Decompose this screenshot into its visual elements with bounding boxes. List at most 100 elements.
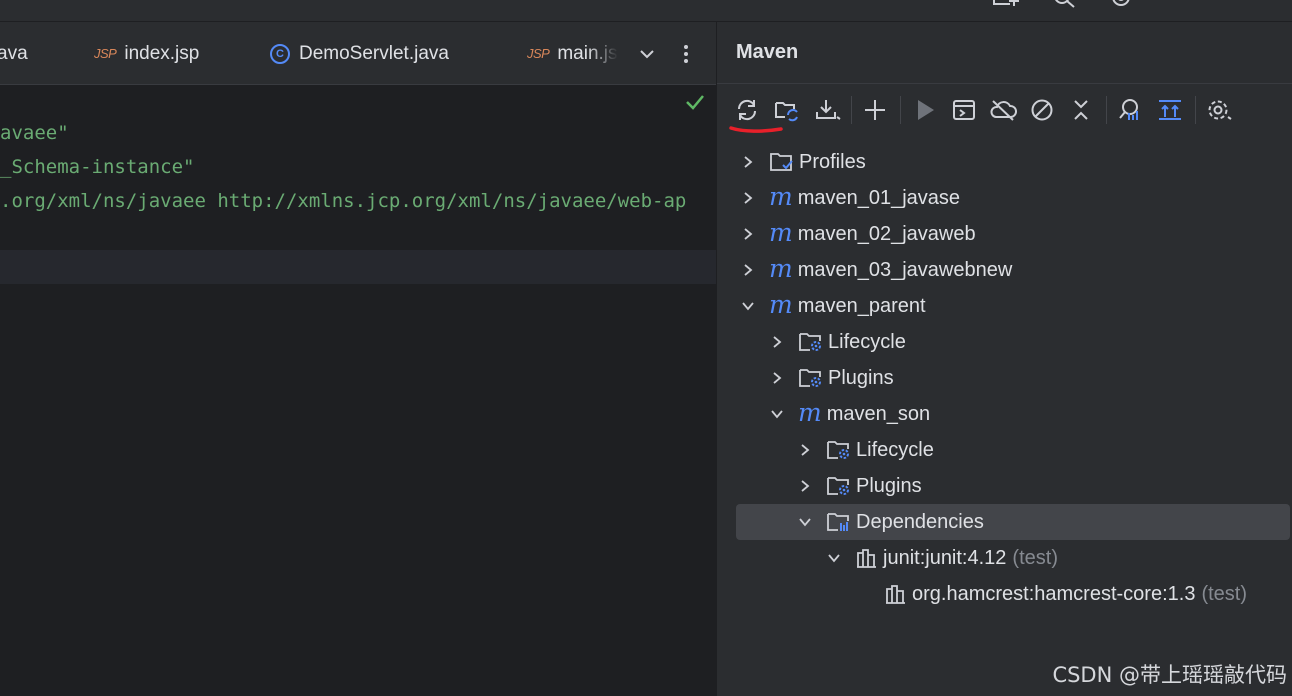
tree-node-module[interactable]: m maven_01_javase (739, 180, 960, 216)
tree-node-label: Lifecycle (828, 330, 906, 353)
chevron-right-icon[interactable] (796, 432, 814, 468)
tree-node-profiles[interactable]: Profiles (739, 144, 866, 180)
chevron-right-icon[interactable] (739, 252, 757, 288)
tree-node-label: maven_02_javaweb (797, 222, 976, 245)
tab-demoservlet-java[interactable]: C DemoServlet.java (270, 22, 449, 84)
tree-node-lifecycle[interactable]: Lifecycle (768, 324, 906, 360)
maven-module-icon: m (769, 289, 793, 319)
lifecycle-folder-icon (826, 438, 852, 462)
chevron-down-icon[interactable] (768, 396, 786, 432)
maven-module-icon: m (769, 253, 793, 283)
tree-node-label: Plugins (828, 366, 894, 389)
tree-node-label: Plugins (856, 474, 922, 497)
maven-title: Maven (736, 41, 799, 63)
execute-goal-icon (953, 100, 975, 120)
download-sources-button[interactable] (813, 96, 841, 124)
tree-node-label: maven_son (826, 402, 931, 425)
tab-label: DemoServlet.java (299, 42, 449, 64)
tree-node-label: maven_parent (797, 294, 926, 317)
generate-sources-button[interactable] (773, 96, 801, 124)
tree-node-label: org.hamcrest:hamcrest-core:1.3 (912, 582, 1196, 605)
tab-label: main.js (557, 42, 618, 64)
inspection-ok-icon[interactable] (684, 92, 706, 116)
execute-maven-goal-button[interactable] (950, 96, 978, 124)
chevron-down-icon[interactable] (796, 504, 814, 540)
tree-node-lifecycle[interactable]: Lifecycle (796, 432, 934, 468)
maven-header: Maven (717, 22, 1292, 84)
chevron-right-icon[interactable] (768, 324, 786, 360)
toolbar-separator (900, 96, 901, 124)
analyze-dependencies-button[interactable] (1116, 96, 1144, 124)
tab-label: ava (0, 42, 28, 64)
collapse-all-button[interactable] (1067, 96, 1095, 124)
settings-icon (1208, 100, 1232, 120)
main-toolbar-strip (0, 0, 1292, 22)
code-editor: ava JSP index.jsp C DemoServlet.java JSP… (0, 22, 716, 696)
tree-node-module[interactable]: m maven_son (768, 396, 930, 432)
toolbar-separator (851, 96, 852, 124)
more-vertical-icon (684, 44, 688, 63)
tree-node-label: Lifecycle (856, 438, 934, 461)
tabs-more-button[interactable] (676, 22, 696, 84)
library-icon (884, 583, 908, 605)
tree-node-dependencies[interactable]: Dependencies (736, 504, 1290, 540)
plugins-folder-icon (798, 366, 824, 390)
maven-module-icon: m (769, 181, 793, 211)
tree-node-plugins[interactable]: Plugins (796, 468, 922, 504)
dependencies-folder-icon (826, 510, 852, 534)
tab-java-file[interactable]: ava (0, 22, 28, 84)
chevron-down-icon (640, 49, 654, 58)
chevron-right-icon[interactable] (739, 216, 757, 252)
run-maven-build-button[interactable] (911, 96, 939, 124)
maven-tool-window: Maven Profiles m maven_01_javase m maven… (716, 22, 1292, 696)
editor-tab-bar: ava JSP index.jsp C DemoServlet.java JSP… (0, 22, 716, 85)
chevron-right-icon[interactable] (739, 180, 757, 216)
skip-tests-icon (1031, 99, 1053, 121)
chevron-down-icon[interactable] (739, 288, 757, 324)
code-line: avaee" (0, 122, 69, 144)
library-icon (855, 547, 879, 569)
settings-icon[interactable] (1108, 0, 1134, 16)
tree-node-label: maven_03_javawebnew (797, 258, 1013, 281)
dependency-scope: (test) (1201, 582, 1247, 605)
code-line: _Schema-instance" (0, 156, 195, 178)
reload-all-projects-button[interactable] (733, 96, 761, 124)
lifecycle-folder-icon (798, 330, 824, 354)
tree-node-plugins[interactable]: Plugins (768, 360, 894, 396)
tree-node-module[interactable]: m maven_02_javaweb (739, 216, 976, 252)
tab-label: index.jsp (124, 42, 200, 64)
tab-main-jsp[interactable]: JSP main.js (527, 22, 619, 84)
tree-node-module[interactable]: m maven_03_javawebnew (739, 252, 1012, 288)
reload-icon (737, 99, 757, 121)
plugins-folder-icon (826, 474, 852, 498)
toggle-skip-tests-button[interactable] (1028, 96, 1056, 124)
tree-node-label: Profiles (799, 150, 866, 173)
tree-node-label: maven_01_javase (797, 186, 961, 209)
maven-settings-button[interactable] (1205, 96, 1233, 124)
show-basic-phases-button[interactable] (1156, 96, 1184, 124)
code-line: .org/xml/ns/javaee http://xmlns.jcp.org/… (0, 190, 687, 212)
chevron-right-icon[interactable] (796, 468, 814, 504)
tab-index-jsp[interactable]: JSP index.jsp (94, 22, 200, 84)
chevron-down-icon[interactable] (825, 540, 843, 576)
add-icon (865, 100, 885, 120)
tabs-dropdown-button[interactable] (637, 22, 657, 84)
chevron-right-icon[interactable] (768, 360, 786, 396)
tree-node-label: junit:junit:4.12 (883, 546, 1007, 569)
maven-module-icon: m (798, 397, 822, 427)
collapse-all-icon (1074, 100, 1088, 120)
jsp-file-icon: JSP (527, 46, 550, 61)
current-line-highlight (0, 250, 716, 284)
add-maven-project-button[interactable] (861, 96, 889, 124)
tree-node-module[interactable]: m maven_parent (739, 288, 926, 324)
toggle-offline-mode-button[interactable] (989, 96, 1017, 124)
tree-node-dependency[interactable]: junit:junit:4.12 (test) (825, 540, 1058, 576)
run-icon (918, 100, 934, 120)
search-icon[interactable] (1052, 0, 1078, 16)
toolbar-separator (1195, 96, 1196, 124)
chevron-right-icon[interactable] (739, 144, 757, 180)
red-annotation-underline (729, 126, 783, 133)
add-window-icon[interactable] (992, 0, 1022, 16)
tree-node-dependency[interactable]: org.hamcrest:hamcrest-core:1.3 (test) (854, 576, 1247, 612)
analyze-dependencies-icon (1119, 99, 1138, 120)
